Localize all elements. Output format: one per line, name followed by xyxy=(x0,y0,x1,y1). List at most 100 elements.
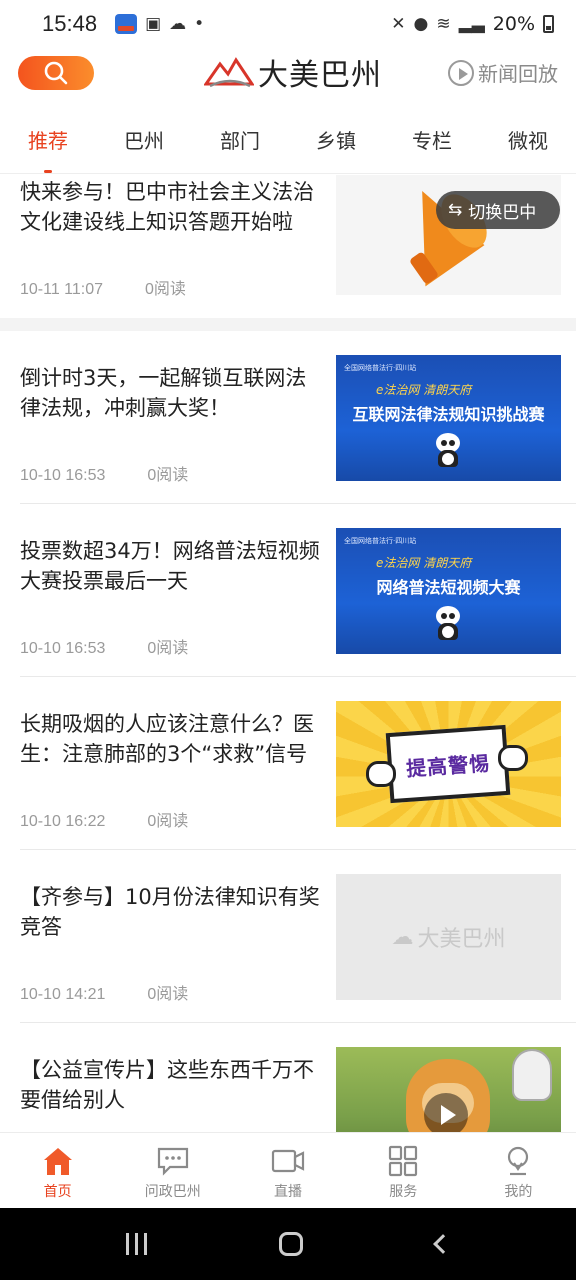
grid-icon xyxy=(389,1145,418,1177)
placeholder-text: 大美巴州 xyxy=(417,927,506,952)
news-reads: 0阅读 xyxy=(147,640,189,657)
news-meta: 10-10 16:53 0阅读 xyxy=(20,634,188,658)
tab-columns[interactable]: 专栏 xyxy=(384,112,480,173)
nav-label: 我的 xyxy=(504,1184,533,1200)
sign-text: 提高警惕 xyxy=(405,750,491,781)
panda-mascot-icon xyxy=(434,606,462,640)
nav-profile[interactable]: 我的 xyxy=(461,1133,576,1208)
news-reads: 0阅读 xyxy=(147,467,189,484)
nav-ask-government[interactable]: 问政巴州 xyxy=(115,1133,230,1208)
play-icon[interactable] xyxy=(424,1093,468,1132)
thumb-brand: e法治网 清朗天府 xyxy=(376,383,472,397)
logo-text: 大美巴州 xyxy=(258,58,382,93)
cloud-notification-icon: ☁ xyxy=(169,14,187,34)
user-icon xyxy=(508,1146,529,1176)
news-replay-button[interactable]: 新闻回放 xyxy=(448,58,558,87)
home-icon xyxy=(43,1148,72,1175)
news-time: 10-11 11:07 xyxy=(20,281,104,298)
switch-icon: ⇆ xyxy=(448,200,463,220)
tab-bazhou[interactable]: 巴州 xyxy=(96,112,192,173)
switch-city-button[interactable]: ⇆ 切换巴中 xyxy=(436,191,560,229)
search-button[interactable] xyxy=(18,56,94,90)
item-separator xyxy=(20,503,576,504)
category-tabs: 推荐 巴州 部门 乡镇 专栏 微视 xyxy=(0,112,576,174)
item-separator xyxy=(20,676,576,677)
placeholder-logo-icon: ☁ xyxy=(391,924,414,950)
search-icon xyxy=(44,61,68,85)
home-button[interactable] xyxy=(279,1232,304,1256)
thumb-top-text: 全国网络普法行·四川站 xyxy=(344,364,417,372)
tab-departments[interactable]: 部门 xyxy=(192,112,288,173)
chat-icon xyxy=(157,1147,188,1176)
logo-mountain-icon xyxy=(204,57,254,88)
system-navigation-bar xyxy=(0,1208,576,1280)
section-divider xyxy=(0,318,576,331)
app-header: 大美巴州 新闻回放 xyxy=(0,48,576,106)
back-button[interactable] xyxy=(432,1234,453,1254)
battery-icon xyxy=(543,15,554,33)
news-thumbnail: 提高警惕 xyxy=(336,701,561,827)
item-separator xyxy=(20,1022,576,1023)
nav-live[interactable]: 直播 xyxy=(230,1133,345,1208)
news-title: 【公益宣传片】这些东西千万不要借给别人 xyxy=(20,1058,314,1112)
status-time: 15:48 xyxy=(42,11,98,36)
news-meta: 10-10 16:22 0阅读 xyxy=(20,807,188,831)
news-title: 【齐参与】10月份法律知识有奖竞答 xyxy=(20,885,320,939)
news-replay-label: 新闻回放 xyxy=(478,62,558,86)
news-time: 10-10 14:21 xyxy=(20,986,106,1003)
news-meta: 10-10 16:53 0阅读 xyxy=(20,461,188,485)
news-reads: 0阅读 xyxy=(147,986,189,1003)
switch-city-label: 切换巴中 xyxy=(468,202,537,223)
panda-mascot-icon xyxy=(434,433,462,467)
location-icon: ● xyxy=(413,14,429,34)
tab-recommend[interactable]: 推荐 xyxy=(0,112,96,173)
news-item[interactable]: 倒计时3天，一起解锁互联网法律法规，冲刺赢大奖！ 10-10 16:53 0阅读 … xyxy=(0,353,576,503)
cartoon-ghost xyxy=(512,1049,552,1101)
news-item[interactable]: 投票数超34万！网络普法短视频大赛投票最后一天 10-10 16:53 0阅读 全… xyxy=(0,526,576,676)
news-item[interactable]: 【公益宣传片】这些东西千万不要借给别人 xyxy=(0,1045,576,1132)
mute-icon: ✕ xyxy=(391,14,406,34)
nav-label: 直播 xyxy=(274,1184,302,1200)
signal-icon: ▂▃ xyxy=(458,14,485,34)
item-separator xyxy=(20,849,576,850)
nav-label: 问政巴州 xyxy=(144,1184,201,1200)
nav-home[interactable]: 首页 xyxy=(0,1133,115,1208)
news-title: 倒计时3天，一起解锁互联网法律法规，冲刺赢大奖！ xyxy=(20,366,307,420)
news-title: 长期吸烟的人应该注意什么？医生：注意肺部的3个“求救”信号 xyxy=(20,712,314,766)
news-title: 投票数超34万！网络普法短视频大赛投票最后一天 xyxy=(20,539,320,593)
news-time: 10-10 16:53 xyxy=(20,640,106,657)
wifi-icon: ≋ xyxy=(436,14,451,34)
news-video-thumbnail xyxy=(336,1047,561,1132)
news-item[interactable]: 长期吸烟的人应该注意什么？医生：注意肺部的3个“求救”信号 10-10 16:2… xyxy=(0,699,576,849)
status-bar: 15:48 ▣ ☁ • ✕ ● ≋ ▂▃ 20% xyxy=(0,0,576,48)
news-meta: 10-11 11:07 0阅读 xyxy=(20,275,186,299)
battery-text: 20% xyxy=(492,13,535,35)
thumb-brand: e法治网 清朗天府 xyxy=(376,556,472,570)
nav-services[interactable]: 服务 xyxy=(346,1133,461,1208)
news-feed: 快来参与！巴中市社会主义法治文化建设线上知识答题开始啦 10-11 11:07 0… xyxy=(0,175,576,1132)
hand-icon xyxy=(498,745,528,771)
news-title: 快来参与！巴中市社会主义法治文化建设线上知识答题开始啦 xyxy=(20,180,314,234)
thumb-title: 互联网法律法规知识挑战赛 xyxy=(352,405,545,424)
recent-apps-button[interactable] xyxy=(126,1233,148,1255)
app-logo: 大美巴州 xyxy=(204,50,382,94)
warning-sign: 提高警惕 xyxy=(385,724,511,804)
app-notification-icon xyxy=(115,14,138,34)
tab-micro-video[interactable]: 微视 xyxy=(480,112,576,173)
nav-label: 服务 xyxy=(389,1184,418,1200)
news-reads: 0阅读 xyxy=(145,281,186,298)
news-time: 10-10 16:53 xyxy=(20,467,106,484)
thumb-top-text: 全国网络普法行·四川站 xyxy=(344,537,417,545)
news-meta: 10-10 14:21 0阅读 xyxy=(20,980,188,1004)
news-reads: 0阅读 xyxy=(147,813,189,830)
news-time: 10-10 16:22 xyxy=(20,813,106,830)
thumb-title: 网络普法短视频大赛 xyxy=(376,578,521,597)
hand-icon xyxy=(366,761,396,787)
news-item[interactable]: 【齐参与】10月份法律知识有奖竞答 10-10 14:21 0阅读 ☁ 大美巴州 xyxy=(0,872,576,1022)
replay-icon xyxy=(448,59,474,86)
tab-towns[interactable]: 乡镇 xyxy=(288,112,384,173)
video-icon xyxy=(271,1149,305,1173)
bottom-navigation: 首页 问政巴州 直播 服务 我的 xyxy=(0,1132,576,1208)
news-thumbnail: 全国网络普法行·四川站 e法治网 清朗天府 网络普法短视频大赛 xyxy=(336,528,561,654)
news-thumbnail: 全国网络普法行·四川站 e法治网 清朗天府 互联网法律法规知识挑战赛 xyxy=(336,355,561,481)
